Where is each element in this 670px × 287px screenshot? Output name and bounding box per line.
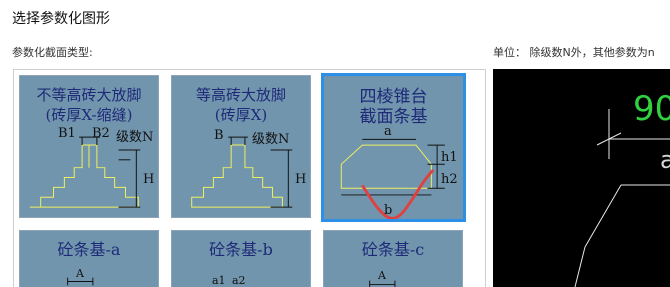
label-h1: h1 bbox=[441, 150, 458, 165]
tile-title: 砼条基-a bbox=[57, 240, 121, 259]
label-b1: B1 bbox=[58, 126, 76, 141]
label-levels: 级数N bbox=[252, 132, 290, 147]
label-a2: a2 bbox=[232, 274, 246, 287]
tile-title-line2: 截面条基 bbox=[359, 107, 428, 127]
label-height: H bbox=[295, 172, 307, 187]
shape-gallery: 不等高砖大放脚 (砖厚X-缩缝) B1 B2 级数N H 等高砖大放脚 (砖厚X… bbox=[13, 69, 486, 287]
tile-concrete-strip-a[interactable]: 砼条基-a A bbox=[19, 230, 159, 287]
label-a1: a1 bbox=[212, 274, 226, 287]
label-b: b bbox=[384, 203, 393, 218]
section-label: 参数化截面类型: bbox=[12, 46, 93, 59]
tile-title: 砼条基-c bbox=[361, 240, 425, 259]
tile-title-line1: 四棱锥台 bbox=[359, 87, 428, 107]
label-a: a bbox=[384, 124, 392, 139]
preview-dimension: 90 bbox=[633, 89, 670, 129]
label-b2: B2 bbox=[92, 126, 110, 141]
tile-frustum-strip-footing[interactable]: 四棱锥台 截面条基 a h1 h2 b bbox=[321, 73, 466, 222]
tile-concrete-strip-c[interactable]: 砼条基-c A bbox=[323, 230, 463, 287]
tile-concrete-strip-b[interactable]: 砼条基-b a1 a2 bbox=[171, 230, 311, 287]
tile-unequal-brick-footing[interactable]: 不等高砖大放脚 (砖厚X-缩缝) B1 B2 级数N H bbox=[19, 75, 159, 218]
tile-title-line1: 不等高砖大放脚 bbox=[36, 86, 142, 104]
tile-title-line1: 等高砖大放脚 bbox=[195, 86, 286, 104]
tile-equal-brick-footing[interactable]: 等高砖大放脚 (砖厚X) B 级数N H bbox=[171, 75, 311, 218]
units-label: 单位： 除级数N外，其他参数为n bbox=[493, 46, 655, 59]
tile-title-line2: (砖厚X-缩缝) bbox=[45, 106, 133, 124]
dialog-title: 选择参数化图形 bbox=[12, 11, 110, 27]
label-height: H bbox=[143, 172, 155, 187]
red-annotation-stroke bbox=[361, 169, 435, 219]
label-levels: 级数N bbox=[116, 130, 154, 145]
label-b: B bbox=[214, 128, 224, 143]
label-a: A bbox=[76, 267, 84, 280]
tile-title: 砼条基-b bbox=[209, 240, 273, 259]
preview-label: a bbox=[660, 146, 670, 174]
tile-title-line2: (砖厚X) bbox=[214, 106, 268, 124]
label-h2: h2 bbox=[441, 172, 458, 187]
label-a: A bbox=[378, 269, 386, 282]
